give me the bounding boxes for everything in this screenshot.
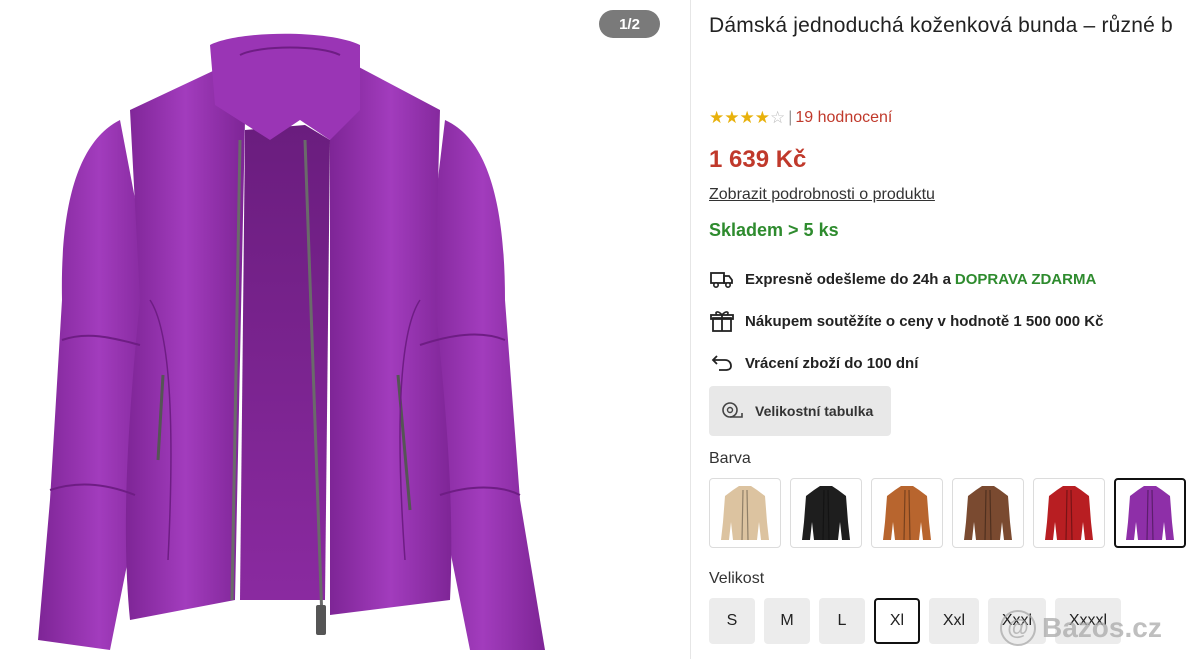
site-watermark: @ Bazos.cz [1000,610,1162,646]
column-divider [690,0,691,659]
jacket-thumbnail-icon [802,486,850,541]
size-chart-label: Velikostní tabulka [755,403,874,419]
tape-measure-icon [721,401,743,421]
at-icon: @ [1000,610,1036,646]
rating-separator: | [788,109,793,126]
stock-status: Skladem > 5 ks [709,220,839,240]
size-option-s[interactable]: S [709,598,755,644]
jacket-thumbnail-icon [1126,486,1174,541]
size-option-xl[interactable]: Xl [874,598,920,644]
return-arrow-icon [709,352,735,374]
benefit-returns: Vrácení zboží do 100 dní [709,352,918,374]
watermark-text: Bazos.cz [1042,612,1162,643]
color-swatch-beige[interactable] [709,478,781,548]
color-swatch-black[interactable] [790,478,862,548]
color-swatch-brown[interactable] [871,478,943,548]
product-price: 1 639 Kč [709,146,807,173]
benefit-contest: Nákupem soutěžíte o ceny v hodnotě 1 500… [709,310,1103,332]
color-label: Barva [709,450,751,467]
reviews-link[interactable]: 19 hodnocení [795,109,892,127]
product-details-link[interactable]: Zobrazit podrobnosti o produktu [709,186,935,204]
benefit-contest-text: Nákupem soutěžíte o ceny v hodnotě 1 500… [745,312,1104,330]
jacket-thumbnail-icon [721,486,769,541]
gift-icon [709,310,735,332]
product-gallery[interactable]: 1/2 [0,0,670,659]
image-counter: 1/2 [599,10,660,38]
color-swatch-red[interactable] [1033,478,1105,548]
benefit-shipping-text: Expresně odešleme do 24h a [745,270,951,288]
free-shipping-highlight: DOPRAVA ZDARMA [954,270,1097,288]
truck-icon [709,268,735,290]
jacket-thumbnail-icon [1045,486,1093,541]
color-swatches [709,478,1195,548]
size-option-xxl[interactable]: Xxl [929,598,979,644]
size-chart-button[interactable]: Velikostní tabulka [709,386,891,436]
jacket-thumbnail-icon [964,486,1012,541]
product-title: Dámská jednoduchá koženková bunda – různ… [709,14,1173,37]
size-option-l[interactable]: L [819,598,865,644]
benefit-returns-text: Vrácení zboží do 100 dní [745,354,919,372]
color-swatch-coffee[interactable] [952,478,1024,548]
product-image[interactable] [0,0,670,659]
size-label: Velikost [709,570,765,587]
color-swatch-purple[interactable] [1114,478,1186,548]
rating-stars-icon: ★★★★☆ [709,108,786,127]
benefit-shipping: Expresně odešleme do 24h a DOPRAVA ZDARM… [709,268,1096,290]
size-option-m[interactable]: M [764,598,810,644]
jacket-thumbnail-icon [883,486,931,541]
product-rating[interactable]: ★★★★☆ | 19 hodnocení [709,108,892,128]
